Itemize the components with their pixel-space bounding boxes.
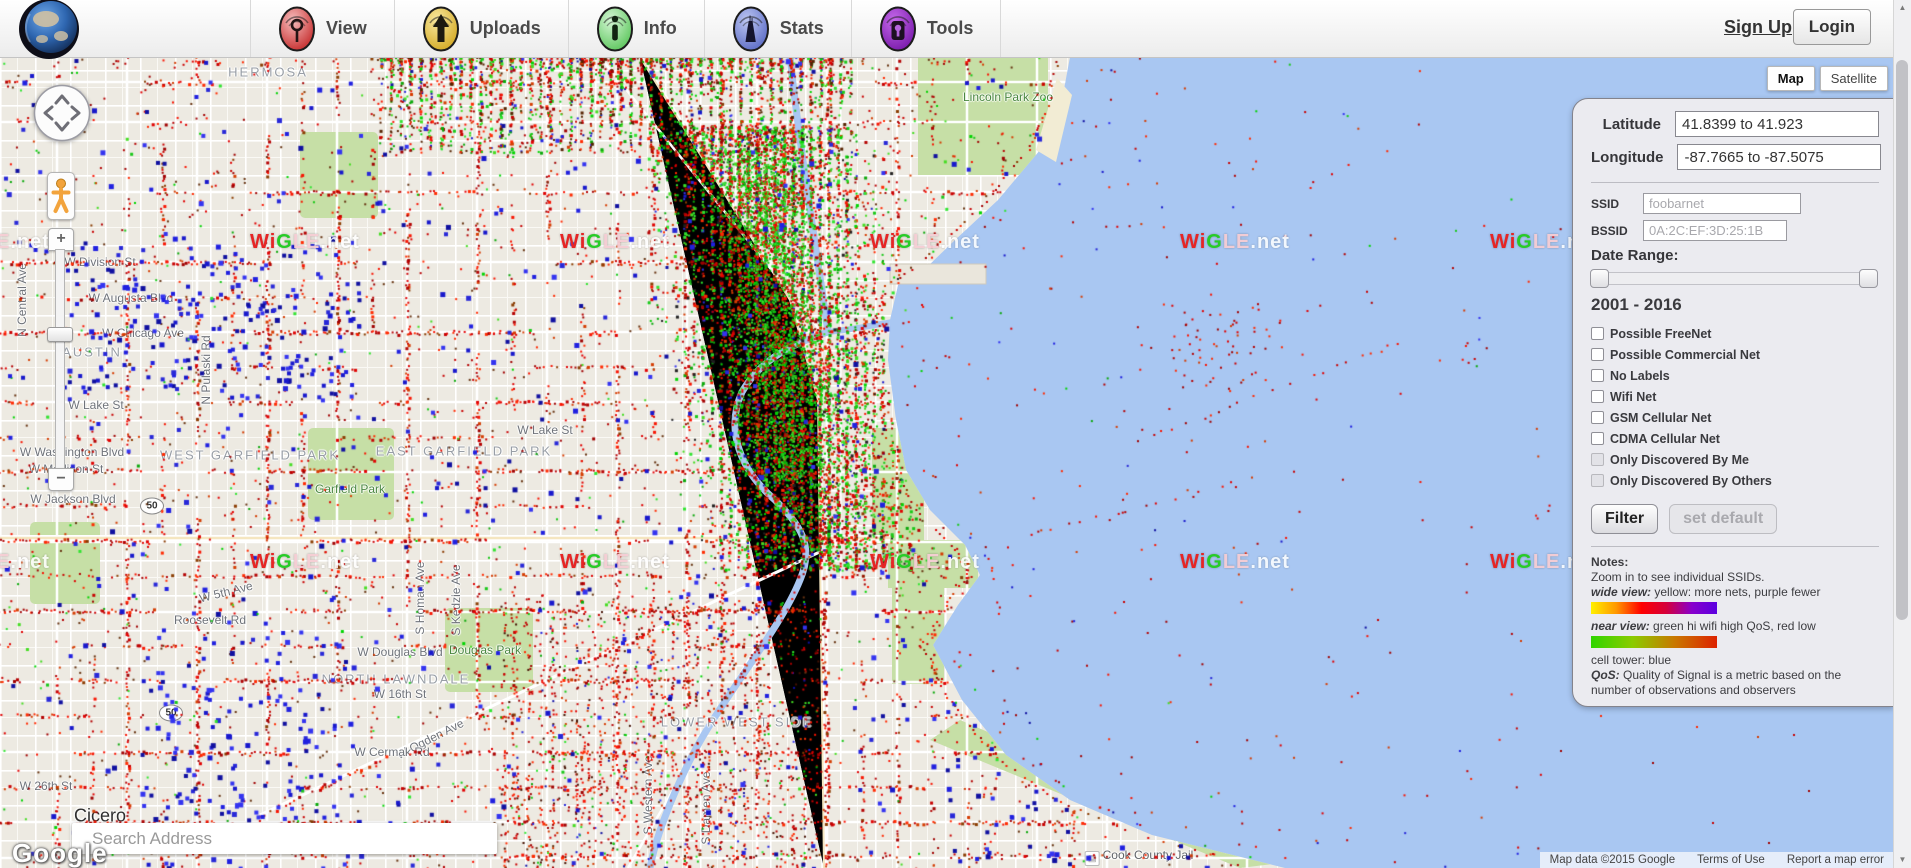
notes-near-line: near view: green hi wifi high QoS, red l… [1591,619,1879,634]
scrollbar-down-icon[interactable]: ▼ [1894,852,1911,868]
notes-zoom-line: Zoom in to see individual SSIDs. [1591,570,1879,585]
scrollbar-up-icon[interactable]: ▲ [1894,0,1911,16]
nav-menu: View Uploads Info Stats Tools [250,0,1001,57]
nav-item-stats[interactable]: Stats [704,0,851,57]
wide-view-label: wide view: [1591,585,1651,599]
view-scope-red-icon [278,6,316,52]
filter-checkbox-label: Possible FreeNet [1610,327,1711,341]
stats-tower-blue-icon [732,6,770,52]
sign-up-link[interactable]: Sign Up [1724,17,1792,38]
bssid-input[interactable] [1643,220,1787,241]
qos-label: QoS: [1591,668,1620,682]
filter-checkbox-possible-commercial-net[interactable] [1591,348,1604,361]
wigle-globe-logo[interactable] [18,0,80,60]
filter-checkbox-only-discovered-by-others [1591,474,1604,487]
filter-checkbox-label: Only Discovered By Others [1610,474,1772,488]
zoom-slider-handle[interactable] [47,327,73,342]
wide-view-legend-gradient [1591,602,1717,614]
filter-button[interactable]: Filter [1591,504,1658,534]
date-range-handle-max[interactable] [1859,269,1878,288]
filter-checkbox-row-only-discovered-by-me: Only Discovered By Me [1591,449,1879,470]
filter-checkbox-label: No Labels [1610,369,1670,383]
zoom-out-button[interactable]: − [48,468,74,491]
nav-item-label: Info [644,18,677,39]
upload-arrow-gold-icon [422,6,460,52]
scrollbar-thumb[interactable] [1896,60,1908,620]
longitude-label: Longitude [1591,149,1663,166]
attribution-link-report-a-map-error[interactable]: Report a map error [1787,854,1884,866]
date-range-handle-min[interactable] [1590,269,1609,288]
nav-item-uploads[interactable]: Uploads [394,0,568,57]
tools-purple-icon [879,6,917,52]
bssid-label: BSSID [1591,224,1643,238]
nav-item-label: View [326,18,367,39]
filter-checkbox-row-only-discovered-by-others: Only Discovered By Others [1591,470,1879,491]
filter-checkbox-cdma-cellular-net[interactable] [1591,432,1604,445]
filter-checkbox-label: GSM Cellular Net [1610,411,1711,425]
wigle-app: W Division StW Augusta BlvdW Chicago Ave… [0,0,1911,868]
map-type-satellite-button[interactable]: Satellite [1820,66,1888,91]
wide-view-text: yellow: more nets, purple fewer [1651,585,1820,599]
filter-checkbox-label: Possible Commercial Net [1610,348,1760,362]
date-range-label: Date Range: [1591,247,1879,264]
map-type-control: Map Satellite [1767,66,1888,91]
filter-checkbox-label: Only Discovered By Me [1610,453,1749,467]
ssid-input[interactable] [1643,193,1801,214]
filter-checkbox-row-possible-freenet: Possible FreeNet [1591,323,1879,344]
attribution-link-terms-of-use[interactable]: Terms of Use [1697,854,1765,866]
notes-qos-line: QoS: Quality of Signal is a metric based… [1591,668,1879,698]
notes-wide-line: wide view: yellow: more nets, purple few… [1591,585,1879,600]
longitude-input[interactable] [1677,144,1881,170]
filter-checkbox-only-discovered-by-me [1591,453,1604,466]
filter-checkbox-label: CDMA Cellular Net [1610,432,1720,446]
notes-cell-line: cell tower: blue [1591,653,1879,668]
date-range-slider[interactable] [1591,272,1877,285]
panel-separator [1591,182,1879,183]
nav-item-label: Stats [780,18,824,39]
filter-checkbox-gsm-cellular-net[interactable] [1591,411,1604,424]
filter-checkbox-label: Wifi Net [1610,390,1656,404]
map-type-map-button[interactable]: Map [1767,66,1815,91]
pegman-control[interactable] [47,172,75,220]
zoom-slider-track[interactable] [55,249,65,470]
near-view-text: green hi wifi high QoS, red low [1650,619,1816,633]
zoom-in-button[interactable]: + [48,228,74,251]
latitude-label: Latitude [1591,116,1661,133]
filter-checkbox-no-labels[interactable] [1591,369,1604,382]
map-attribution: Map data ©2015 Google Terms of Use Report … [1540,852,1894,868]
attribution-text: Map data ©2015 Google [1550,854,1675,866]
filter-checkbox-row-no-labels: No Labels [1591,365,1879,386]
qos-text: Quality of Signal is a metric based on t… [1591,668,1841,697]
filter-checkbox-row-cdma-cellular-net: CDMA Cellular Net [1591,428,1879,449]
date-range-value: 2001 - 2016 [1591,295,1879,315]
nav-item-label: Uploads [470,18,541,39]
filter-panel: Latitude Longitude SSID BSSID Date Range… [1572,98,1894,707]
nav-item-label: Tools [927,18,974,39]
search-address-input[interactable] [72,823,497,854]
near-view-label: near view: [1591,619,1650,633]
pegman-icon [51,178,71,214]
info-green-icon [596,6,634,52]
filter-checkbox-row-gsm-cellular-net: GSM Cellular Net [1591,407,1879,428]
map-pan-control[interactable] [33,84,91,142]
filter-checkbox-row-possible-commercial-net: Possible Commercial Net [1591,344,1879,365]
filter-checkbox-wifi-net[interactable] [1591,390,1604,403]
latitude-input[interactable] [1675,111,1879,137]
top-navbar: View Uploads Info Stats Tools Sign Up Lo… [0,0,1911,58]
filter-checkbox-row-wifi-net: Wifi Net [1591,386,1879,407]
nav-item-info[interactable]: Info [568,0,704,57]
nav-item-view[interactable]: View [250,0,394,57]
google-logo: Google [12,838,108,868]
browser-scrollbar[interactable]: ▲ ▼ [1893,0,1911,868]
login-button[interactable]: Login [1793,9,1871,45]
near-view-legend-gradient [1591,636,1717,648]
set-default-button: set default [1669,504,1777,534]
notes-title: Notes: [1591,555,1879,570]
ssid-label: SSID [1591,197,1643,211]
filter-checkbox-list: Possible FreeNet Possible Commercial Net N… [1591,323,1879,491]
filter-checkbox-possible-freenet[interactable] [1591,327,1604,340]
nav-item-tools[interactable]: Tools [851,0,1002,57]
notes-section: Notes: Zoom in to see individual SSIDs. … [1591,546,1879,698]
